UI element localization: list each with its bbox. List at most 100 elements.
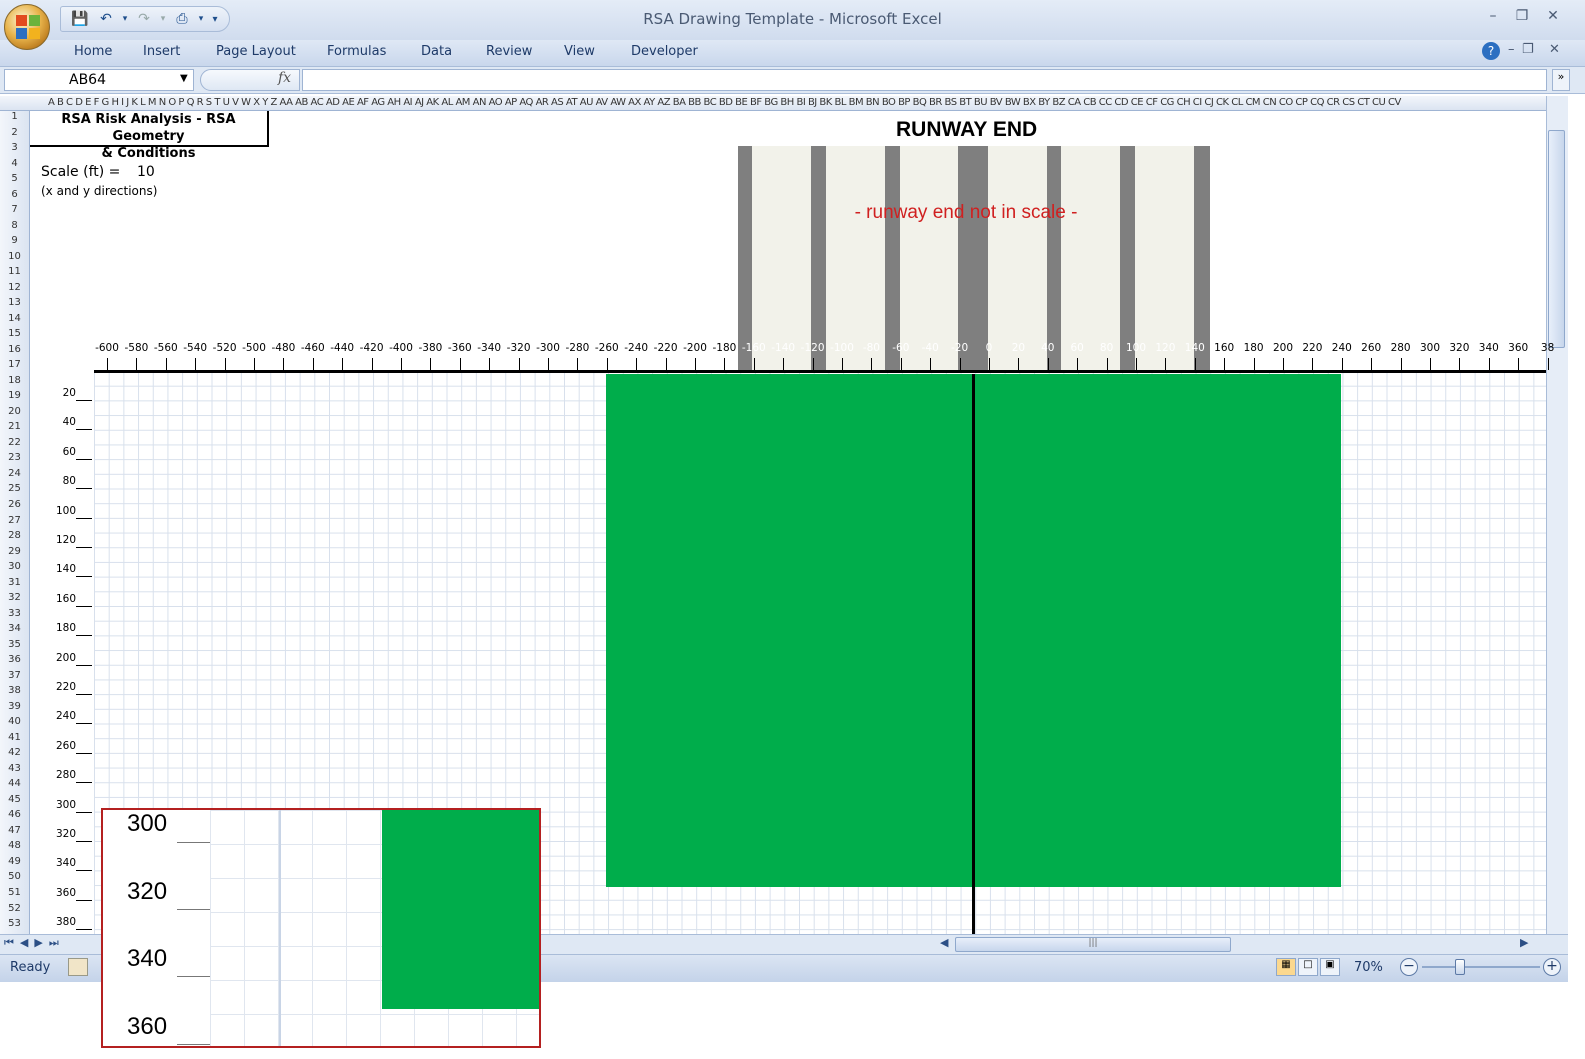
restore-button[interactable]: ❐ xyxy=(1511,8,1533,28)
row-header[interactable]: 51 xyxy=(0,887,29,898)
row-header[interactable]: 23 xyxy=(0,452,29,463)
row-headers[interactable]: 1 2 3 4 5 6 7 8 9 10 11 12 13 14 15 16 17 18 19 20 21 22 23 24 2… xyxy=(0,111,30,934)
tab-developer[interactable]: Developer xyxy=(631,44,698,59)
row-header[interactable]: 24 xyxy=(0,468,29,479)
close-button[interactable]: ✕ xyxy=(1542,8,1564,28)
macro-record-icon[interactable] xyxy=(68,958,88,976)
row-header[interactable]: 46 xyxy=(0,809,29,820)
row-header[interactable]: 50 xyxy=(0,871,29,882)
workbook-close-button[interactable]: ✕ xyxy=(1549,42,1560,57)
row-header[interactable]: 12 xyxy=(0,282,29,293)
column-header-labels[interactable]: A B C D E F G H I J K L M N O P Q R S T … xyxy=(48,97,1401,108)
vertical-scroll-thumb[interactable] xyxy=(1548,130,1565,348)
row-header[interactable]: 27 xyxy=(0,515,29,526)
row-header[interactable]: 22 xyxy=(0,437,29,448)
row-header[interactable]: 33 xyxy=(0,608,29,619)
zoom-slider[interactable] xyxy=(1422,966,1540,968)
row-header[interactable]: 2 xyxy=(0,127,29,138)
workbook-restore-button[interactable]: ❐ xyxy=(1522,42,1534,57)
row-header[interactable]: 9 xyxy=(0,235,29,246)
zoom-out-icon[interactable]: − xyxy=(1400,958,1418,976)
sheet-navigation-icons[interactable]: ⏮◀▶⏭ xyxy=(4,936,65,950)
tab-data[interactable]: Data xyxy=(421,44,452,59)
horizontal-scroll-thumb[interactable]: ||| xyxy=(955,937,1231,952)
row-header[interactable]: 13 xyxy=(0,297,29,308)
row-header[interactable]: 19 xyxy=(0,390,29,401)
expand-formula-bar-icon[interactable]: » xyxy=(1552,69,1570,91)
name-box-dropdown-icon[interactable]: ▼ xyxy=(180,73,188,84)
x-axis-tick-label: -80 xyxy=(862,342,880,354)
name-box[interactable]: AB64 xyxy=(4,69,194,91)
row-header[interactable]: 30 xyxy=(0,561,29,572)
row-header[interactable]: 25 xyxy=(0,483,29,494)
row-header[interactable]: 35 xyxy=(0,639,29,650)
row-header[interactable]: 4 xyxy=(0,158,29,169)
row-header[interactable]: 41 xyxy=(0,732,29,743)
x-axis-tick xyxy=(224,358,226,370)
tab-page-layout[interactable]: Page Layout xyxy=(216,44,296,59)
row-header[interactable]: 38 xyxy=(0,685,29,696)
row-header[interactable]: 49 xyxy=(0,856,29,867)
row-header[interactable]: 17 xyxy=(0,359,29,370)
row-header[interactable]: 26 xyxy=(0,499,29,510)
x-axis-tick-label: -160 xyxy=(741,342,766,354)
tab-review[interactable]: Review xyxy=(486,44,532,59)
row-header[interactable]: 16 xyxy=(0,344,29,355)
x-axis-tick-label: 320 xyxy=(1449,342,1470,354)
row-header[interactable]: 5 xyxy=(0,173,29,184)
x-axis-tick-label: 38 xyxy=(1540,342,1555,354)
row-header[interactable]: 36 xyxy=(0,654,29,665)
row-header[interactable]: 11 xyxy=(0,266,29,277)
scale-value[interactable]: 10 xyxy=(137,164,155,180)
row-header[interactable]: 20 xyxy=(0,406,29,417)
office-button[interactable] xyxy=(4,4,50,50)
zoom-in-icon[interactable]: + xyxy=(1543,958,1561,976)
minimize-button[interactable]: – xyxy=(1482,8,1504,28)
page-layout-view-icon[interactable]: □ xyxy=(1298,958,1318,976)
row-header[interactable]: 48 xyxy=(0,840,29,851)
row-header[interactable]: 43 xyxy=(0,763,29,774)
x-axis-tick xyxy=(1165,358,1167,370)
row-header[interactable]: 47 xyxy=(0,825,29,836)
tab-formulas[interactable]: Formulas xyxy=(327,44,386,59)
tab-insert[interactable]: Insert xyxy=(143,44,180,59)
row-header[interactable]: 21 xyxy=(0,421,29,432)
row-header[interactable]: 28 xyxy=(0,530,29,541)
scroll-left-icon[interactable]: ◀ xyxy=(940,936,948,949)
row-header[interactable]: 18 xyxy=(0,375,29,386)
row-header[interactable]: 34 xyxy=(0,623,29,634)
row-header[interactable]: 1 xyxy=(0,111,29,122)
formula-input[interactable] xyxy=(302,69,1547,91)
row-header[interactable]: 29 xyxy=(0,546,29,557)
insert-function-icon[interactable]: fx xyxy=(278,70,291,86)
row-header[interactable]: 32 xyxy=(0,592,29,603)
workbook-minimize-button[interactable]: – xyxy=(1508,42,1515,57)
row-header[interactable]: 8 xyxy=(0,220,29,231)
column-headers[interactable]: A B C D E F G H I J K L M N O P Q R S T … xyxy=(0,96,1548,111)
zoom-slider-thumb[interactable] xyxy=(1455,959,1465,975)
page-break-view-icon[interactable]: ▣ xyxy=(1320,958,1340,976)
row-header[interactable]: 15 xyxy=(0,328,29,339)
row-header[interactable]: 52 xyxy=(0,903,29,914)
row-header[interactable]: 3 xyxy=(0,142,29,153)
row-header[interactable]: 45 xyxy=(0,794,29,805)
row-header[interactable]: 37 xyxy=(0,670,29,681)
row-header[interactable]: 31 xyxy=(0,577,29,588)
row-header[interactable]: 6 xyxy=(0,189,29,200)
row-header[interactable]: 44 xyxy=(0,778,29,789)
tab-view[interactable]: View xyxy=(564,44,595,59)
zoom-level[interactable]: 70% xyxy=(1354,960,1383,975)
tab-home[interactable]: Home xyxy=(74,44,112,59)
row-header[interactable]: 10 xyxy=(0,251,29,262)
normal-view-icon[interactable]: ▦ xyxy=(1276,958,1296,976)
row-header[interactable]: 39 xyxy=(0,701,29,712)
row-header[interactable]: 53 xyxy=(0,918,29,929)
scroll-right-icon[interactable]: ▶ xyxy=(1520,936,1528,949)
row-header[interactable]: 42 xyxy=(0,747,29,758)
row-header[interactable]: 40 xyxy=(0,716,29,727)
y-axis-tick xyxy=(76,694,92,695)
row-header[interactable]: 7 xyxy=(0,204,29,215)
row-header[interactable]: 14 xyxy=(0,313,29,324)
runway-end-graphic xyxy=(738,146,1210,372)
help-icon[interactable]: ? xyxy=(1482,42,1500,60)
